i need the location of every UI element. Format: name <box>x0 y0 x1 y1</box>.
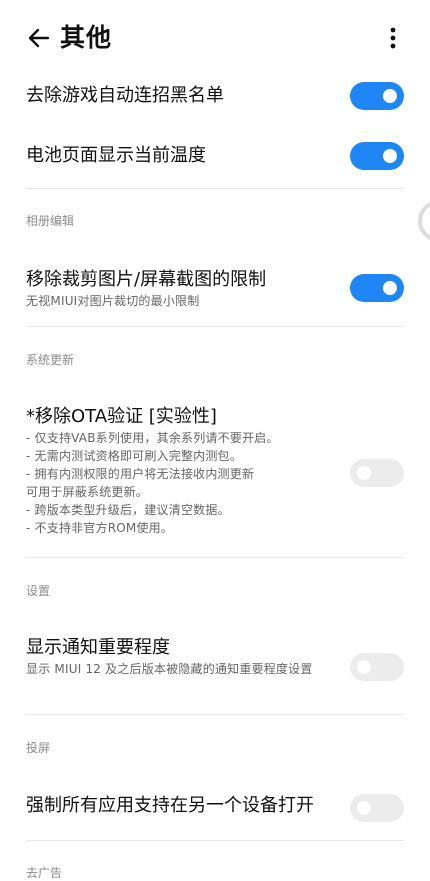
top-bar: 其他 <box>0 0 430 72</box>
toggle-remove-ota-verify[interactable] <box>350 459 404 487</box>
toggle-force-open-other-device[interactable] <box>350 794 404 822</box>
toggle-crop-limit[interactable] <box>350 274 404 302</box>
more-options-button[interactable] <box>378 22 408 54</box>
setting-title: 电池页面显示当前温度 <box>26 145 206 166</box>
setting-title: *移除OTA验证 [实验性] <box>26 406 217 427</box>
setting-title: 显示通知重要程度 <box>26 637 170 658</box>
divider <box>26 840 404 841</box>
toggle-knob <box>383 89 397 103</box>
setting-row-force-open-other-device[interactable]: 强制所有应用支持在另一个设备打开 <box>26 792 404 820</box>
setting-title: 强制所有应用支持在另一个设备打开 <box>26 795 314 816</box>
toggle-knob <box>357 801 371 815</box>
divider <box>26 188 404 189</box>
more-vertical-icon <box>390 27 396 49</box>
arrow-left-icon <box>28 28 50 48</box>
section-header-ads: 去广告 <box>26 866 63 880</box>
setting-title: 去除游戏自动连招黑名单 <box>26 85 224 106</box>
divider <box>26 714 404 715</box>
setting-row-game-combo-blacklist[interactable]: 去除游戏自动连招黑名单 <box>26 82 404 110</box>
section-header-cast: 投屏 <box>26 741 51 755</box>
setting-title: 移除裁剪图片/屏幕截图的限制 <box>26 269 267 290</box>
setting-description: - 仅支持VAB系列使用，其余系列请不要开启。 - 无需内测试资格即可刷入完整内… <box>26 431 279 535</box>
toggle-battery-temperature[interactable] <box>350 142 404 170</box>
setting-row-notification-importance[interactable]: 显示通知重要程度 显示 MIUI 12 及之后版本被隐藏的通知重要程度设置 <box>26 636 404 678</box>
section-header-album: 相册编辑 <box>26 214 75 228</box>
toggle-knob <box>357 660 371 674</box>
setting-row-crop-limit[interactable]: 移除裁剪图片/屏幕截图的限制 无视MIUI对图片裁切的最小限制 <box>26 268 404 310</box>
edge-swipe-handle[interactable] <box>418 200 430 242</box>
toggle-game-combo-blacklist[interactable] <box>350 82 404 110</box>
toggle-knob <box>357 466 371 480</box>
page-title: 其他 <box>60 23 113 52</box>
divider <box>26 326 404 327</box>
toggle-knob <box>383 281 397 295</box>
back-button[interactable] <box>22 22 56 54</box>
setting-row-remove-ota-verify[interactable]: *移除OTA验证 [实验性] - 仅支持VAB系列使用，其余系列请不要开启。 -… <box>26 405 404 537</box>
setting-description: 显示 MIUI 12 及之后版本被隐藏的通知重要程度设置 <box>26 662 313 676</box>
setting-description: 无视MIUI对图片裁切的最小限制 <box>26 294 200 308</box>
toggle-knob <box>383 149 397 163</box>
section-header-settings: 设置 <box>26 584 51 598</box>
toggle-notification-importance[interactable] <box>350 653 404 681</box>
section-header-system-update: 系统更新 <box>26 353 75 367</box>
divider <box>26 557 404 558</box>
setting-row-battery-temperature[interactable]: 电池页面显示当前温度 <box>26 142 404 170</box>
